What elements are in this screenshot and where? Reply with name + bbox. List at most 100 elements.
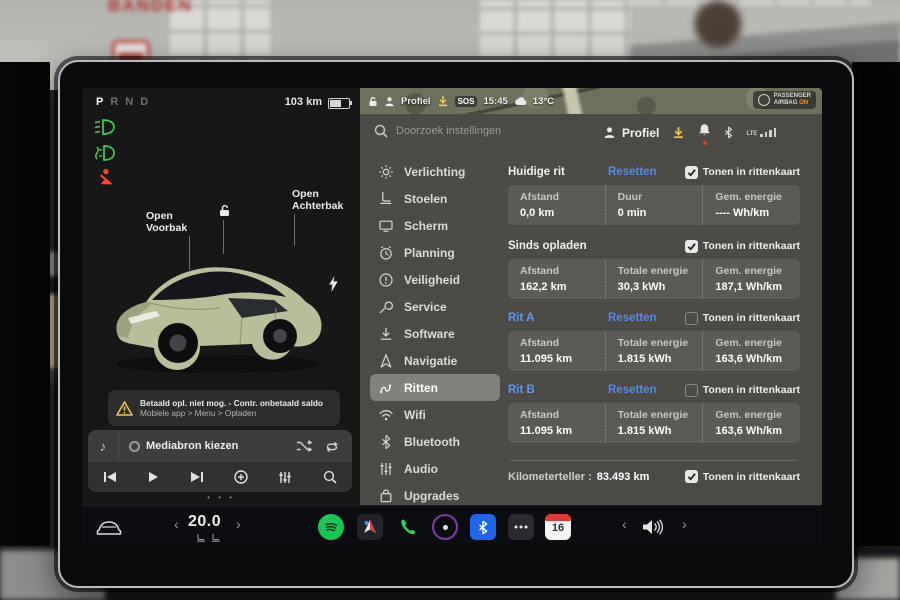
trips-route-icon: [380, 383, 392, 393]
unlock-icon[interactable]: [218, 204, 231, 217]
sidebar-item-label: Stoelen: [404, 191, 448, 206]
show-in-trip-map-toggle[interactable]: Tonen in rittenkaart: [684, 470, 800, 483]
screen: PRND 103 km Open Voorbak Open Achterbak …: [82, 88, 822, 548]
sidebar-item-label: Software: [404, 326, 455, 341]
speaker-icon[interactable]: [642, 518, 664, 536]
drag-handle[interactable]: • • •: [82, 493, 360, 502]
calendar-header: [545, 514, 571, 521]
maps-app-icon[interactable]: [357, 514, 383, 540]
tesla-touchscreen: PRND 103 km Open Voorbak Open Achterbak …: [58, 60, 854, 588]
sidebar-item-label: Upgrades: [404, 488, 460, 503]
weather-cloud-icon: [514, 96, 527, 105]
volume-up-button[interactable]: ›: [682, 516, 687, 532]
reset-trip-button[interactable]: Resetten: [608, 166, 685, 178]
sidebar-item-veiligheid[interactable]: Veiligheid: [370, 266, 500, 293]
lock-icon[interactable]: [368, 96, 378, 107]
battery-icon[interactable]: [328, 98, 352, 109]
sos-badge: SOS: [454, 95, 478, 107]
show-in-trip-map-toggle[interactable]: Tonen in rittenkaart: [684, 383, 800, 397]
search-settings-input[interactable]: Doorzoek instellingen: [396, 125, 501, 137]
checkbox[interactable]: [684, 239, 698, 253]
gear-p[interactable]: P: [96, 96, 103, 108]
media-player: ♪ Mediabron kiezen: [88, 430, 352, 492]
sidebar-item-bluetooth[interactable]: Bluetooth: [370, 428, 500, 455]
volume-down-button[interactable]: ‹: [622, 516, 627, 532]
sidebar-item-label: Planning: [404, 245, 455, 260]
checkbox[interactable]: [684, 470, 698, 483]
sidebar-item-label: Service: [404, 299, 447, 314]
sidebar-item-ritten[interactable]: Ritten: [370, 374, 500, 401]
trip-panel-huidige-rit: Huidige rit Resetten Tonen in rittenkaar…: [508, 164, 800, 225]
alert-circle-icon: [379, 272, 393, 287]
shuffle-icon[interactable]: [296, 439, 312, 453]
outside-temperature: 13°C: [532, 95, 555, 107]
add-button[interactable]: [234, 470, 248, 484]
temp-down-button[interactable]: ‹: [174, 516, 179, 532]
seatbelt-warning-icon: [99, 168, 113, 186]
spotify-app-icon[interactable]: [318, 514, 344, 540]
sidebar-item-wifi[interactable]: Wifi: [370, 401, 500, 428]
seat-heater-icons[interactable]: [196, 533, 221, 542]
trunk-label[interactable]: Open Achterbak: [292, 188, 343, 212]
show-in-trip-map-toggle[interactable]: Tonen in rittenkaart: [684, 165, 800, 179]
reset-trip-button[interactable]: Resetten: [608, 384, 685, 396]
gear-n[interactable]: N: [125, 96, 133, 108]
seat-heater-left-icon: [197, 534, 205, 542]
clock: 15:45: [483, 95, 508, 107]
sidebar-item-software[interactable]: Software: [370, 320, 500, 347]
sidebar-item-label: Ritten: [404, 380, 438, 395]
search-icon[interactable]: [374, 124, 388, 138]
sidebar-item-service[interactable]: Service: [370, 293, 500, 320]
car-controls-icon[interactable]: [96, 518, 122, 537]
trip-panel-sinds-opladen: Sinds opladen Tonen in rittenkaart Afsta…: [508, 238, 800, 299]
charging-warning[interactable]: Betaald opl. niet mog. - Contr. onbetaal…: [108, 390, 340, 426]
checkbox[interactable]: [684, 383, 698, 397]
sidebar-item-stoelen[interactable]: Stoelen: [370, 185, 500, 212]
seat-heater-right-icon: [212, 534, 220, 542]
sidebar-item-navigatie[interactable]: Navigatie: [370, 347, 500, 374]
media-source-button[interactable]: Mediabron kiezen: [146, 440, 296, 452]
sidebar-item-audio[interactable]: Audio: [370, 455, 500, 482]
vehicle-render[interactable]: [100, 236, 334, 382]
repeat-icon[interactable]: [324, 439, 340, 453]
clock-icon: [380, 245, 392, 260]
play-button[interactable]: [147, 471, 159, 483]
gear-d[interactable]: D: [140, 96, 148, 108]
checkbox[interactable]: [684, 165, 698, 179]
cabin-temperature[interactable]: 20.0: [188, 513, 221, 531]
warning-text: Betaald opl. niet mog. - Contr. onbetaal…: [140, 398, 324, 408]
phone-app-icon[interactable]: [395, 514, 421, 540]
storefront-text: BANDEN: [108, 0, 193, 15]
more-apps-icon[interactable]: [508, 514, 534, 540]
sidebar-item-label: Veiligheid: [404, 272, 461, 287]
show-in-trip-map-toggle[interactable]: Tonen in rittenkaart: [684, 239, 800, 253]
dashcam-app-icon[interactable]: [432, 514, 458, 540]
battery-range: 103 km: [284, 96, 322, 108]
statusbar-profile[interactable]: Profiel: [401, 96, 431, 107]
frunk-label[interactable]: Open Voorbak: [146, 210, 187, 234]
reset-trip-button[interactable]: Resetten: [608, 312, 685, 324]
sidebar-item-verlichting[interactable]: Verlichting: [370, 158, 500, 185]
sidebar-item-label: Verlichting: [404, 164, 466, 179]
airbag-state: ON: [799, 100, 809, 106]
gear-r[interactable]: R: [110, 96, 118, 108]
charge-port-icon[interactable]: [328, 276, 339, 292]
calendar-day: 16: [551, 522, 565, 534]
previous-track-button[interactable]: [103, 471, 117, 483]
checkbox[interactable]: [684, 311, 698, 325]
update-download-icon[interactable]: [437, 95, 449, 107]
calendar-app-icon[interactable]: 16: [545, 514, 571, 540]
search-media-button[interactable]: [323, 470, 337, 484]
next-track-button[interactable]: [190, 471, 204, 483]
fog-light-icon: [95, 145, 115, 161]
show-in-trip-map-toggle[interactable]: Tonen in rittenkaart: [684, 311, 800, 325]
temp-up-button[interactable]: ›: [236, 516, 241, 532]
equalizer-button[interactable]: [278, 471, 292, 484]
bluetooth-app-icon[interactable]: [470, 514, 496, 540]
map-strip[interactable]: Profiel SOS 15:45 13°C PASSENGER AIRBAG …: [360, 88, 822, 114]
settings-menu: Verlichting Stoelen Scherm Planning Veil…: [370, 158, 500, 509]
seat-icon: [380, 191, 392, 204]
gear-indicator[interactable]: PRND: [96, 96, 155, 108]
sidebar-item-scherm[interactable]: Scherm: [370, 212, 500, 239]
sidebar-item-planning[interactable]: Planning: [370, 239, 500, 266]
